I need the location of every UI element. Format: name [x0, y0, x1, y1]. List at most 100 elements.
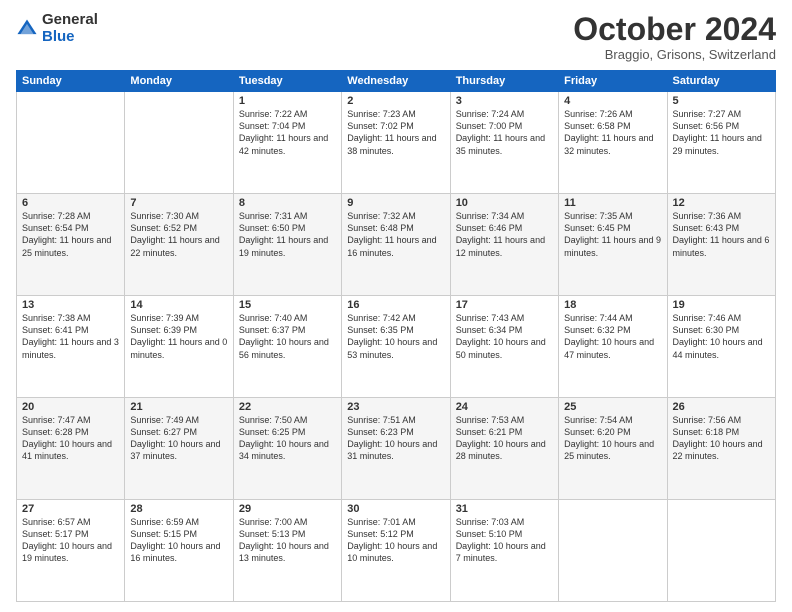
day-info: Sunrise: 7:51 AM Sunset: 6:23 PM Dayligh… [347, 414, 444, 463]
calendar-cell: 6Sunrise: 7:28 AM Sunset: 6:54 PM Daylig… [17, 194, 125, 296]
day-info: Sunrise: 7:35 AM Sunset: 6:45 PM Dayligh… [564, 210, 661, 259]
day-number: 18 [564, 299, 661, 311]
day-info: Sunrise: 7:27 AM Sunset: 6:56 PM Dayligh… [673, 108, 770, 157]
calendar-cell: 4Sunrise: 7:26 AM Sunset: 6:58 PM Daylig… [559, 92, 667, 194]
day-number: 20 [22, 401, 119, 413]
col-friday: Friday [559, 71, 667, 92]
logo-icon [16, 18, 38, 40]
day-info: Sunrise: 7:44 AM Sunset: 6:32 PM Dayligh… [564, 312, 661, 361]
day-info: Sunrise: 7:54 AM Sunset: 6:20 PM Dayligh… [564, 414, 661, 463]
calendar-cell: 30Sunrise: 7:01 AM Sunset: 5:12 PM Dayli… [342, 500, 450, 602]
day-info: Sunrise: 7:47 AM Sunset: 6:28 PM Dayligh… [22, 414, 119, 463]
day-info: Sunrise: 7:46 AM Sunset: 6:30 PM Dayligh… [673, 312, 770, 361]
calendar-week-5: 27Sunrise: 6:57 AM Sunset: 5:17 PM Dayli… [17, 500, 776, 602]
day-number: 30 [347, 503, 444, 515]
day-info: Sunrise: 7:49 AM Sunset: 6:27 PM Dayligh… [130, 414, 227, 463]
calendar-cell: 8Sunrise: 7:31 AM Sunset: 6:50 PM Daylig… [233, 194, 341, 296]
day-number: 25 [564, 401, 661, 413]
col-tuesday: Tuesday [233, 71, 341, 92]
calendar-cell: 28Sunrise: 6:59 AM Sunset: 5:15 PM Dayli… [125, 500, 233, 602]
day-number: 28 [130, 503, 227, 515]
calendar-cell: 23Sunrise: 7:51 AM Sunset: 6:23 PM Dayli… [342, 398, 450, 500]
calendar-cell: 19Sunrise: 7:46 AM Sunset: 6:30 PM Dayli… [667, 296, 775, 398]
day-info: Sunrise: 7:39 AM Sunset: 6:39 PM Dayligh… [130, 312, 227, 361]
day-number: 1 [239, 95, 336, 107]
day-number: 31 [456, 503, 553, 515]
calendar-cell: 21Sunrise: 7:49 AM Sunset: 6:27 PM Dayli… [125, 398, 233, 500]
day-number: 29 [239, 503, 336, 515]
header: General Blue October 2024 Braggio, Griso… [16, 12, 776, 62]
day-number: 6 [22, 197, 119, 209]
calendar-cell: 27Sunrise: 6:57 AM Sunset: 5:17 PM Dayli… [17, 500, 125, 602]
col-wednesday: Wednesday [342, 71, 450, 92]
day-info: Sunrise: 7:32 AM Sunset: 6:48 PM Dayligh… [347, 210, 444, 259]
day-number: 16 [347, 299, 444, 311]
day-number: 4 [564, 95, 661, 107]
month-title: October 2024 [573, 12, 776, 47]
logo-blue-text: Blue [42, 29, 98, 46]
day-info: Sunrise: 7:23 AM Sunset: 7:02 PM Dayligh… [347, 108, 444, 157]
col-saturday: Saturday [667, 71, 775, 92]
calendar-header-row: Sunday Monday Tuesday Wednesday Thursday… [17, 71, 776, 92]
day-number: 3 [456, 95, 553, 107]
day-number: 21 [130, 401, 227, 413]
calendar-cell: 11Sunrise: 7:35 AM Sunset: 6:45 PM Dayli… [559, 194, 667, 296]
calendar-week-4: 20Sunrise: 7:47 AM Sunset: 6:28 PM Dayli… [17, 398, 776, 500]
calendar-cell: 16Sunrise: 7:42 AM Sunset: 6:35 PM Dayli… [342, 296, 450, 398]
day-number: 13 [22, 299, 119, 311]
day-info: Sunrise: 7:38 AM Sunset: 6:41 PM Dayligh… [22, 312, 119, 361]
calendar-cell: 9Sunrise: 7:32 AM Sunset: 6:48 PM Daylig… [342, 194, 450, 296]
calendar-cell: 13Sunrise: 7:38 AM Sunset: 6:41 PM Dayli… [17, 296, 125, 398]
day-info: Sunrise: 7:50 AM Sunset: 6:25 PM Dayligh… [239, 414, 336, 463]
logo: General Blue [16, 12, 98, 45]
day-info: Sunrise: 7:40 AM Sunset: 6:37 PM Dayligh… [239, 312, 336, 361]
day-number: 2 [347, 95, 444, 107]
day-info: Sunrise: 7:42 AM Sunset: 6:35 PM Dayligh… [347, 312, 444, 361]
subtitle: Braggio, Grisons, Switzerland [573, 47, 776, 62]
col-thursday: Thursday [450, 71, 558, 92]
calendar-week-1: 1Sunrise: 7:22 AM Sunset: 7:04 PM Daylig… [17, 92, 776, 194]
calendar-cell: 20Sunrise: 7:47 AM Sunset: 6:28 PM Dayli… [17, 398, 125, 500]
calendar-cell: 2Sunrise: 7:23 AM Sunset: 7:02 PM Daylig… [342, 92, 450, 194]
calendar-table: Sunday Monday Tuesday Wednesday Thursday… [16, 70, 776, 602]
calendar-cell: 17Sunrise: 7:43 AM Sunset: 6:34 PM Dayli… [450, 296, 558, 398]
day-number: 27 [22, 503, 119, 515]
calendar-cell: 3Sunrise: 7:24 AM Sunset: 7:00 PM Daylig… [450, 92, 558, 194]
calendar-week-2: 6Sunrise: 7:28 AM Sunset: 6:54 PM Daylig… [17, 194, 776, 296]
calendar-cell: 12Sunrise: 7:36 AM Sunset: 6:43 PM Dayli… [667, 194, 775, 296]
day-number: 14 [130, 299, 227, 311]
day-info: Sunrise: 7:53 AM Sunset: 6:21 PM Dayligh… [456, 414, 553, 463]
calendar-cell: 7Sunrise: 7:30 AM Sunset: 6:52 PM Daylig… [125, 194, 233, 296]
day-info: Sunrise: 7:03 AM Sunset: 5:10 PM Dayligh… [456, 516, 553, 565]
day-number: 24 [456, 401, 553, 413]
calendar-cell: 10Sunrise: 7:34 AM Sunset: 6:46 PM Dayli… [450, 194, 558, 296]
calendar-cell: 25Sunrise: 7:54 AM Sunset: 6:20 PM Dayli… [559, 398, 667, 500]
day-info: Sunrise: 7:00 AM Sunset: 5:13 PM Dayligh… [239, 516, 336, 565]
day-info: Sunrise: 6:59 AM Sunset: 5:15 PM Dayligh… [130, 516, 227, 565]
col-sunday: Sunday [17, 71, 125, 92]
day-number: 12 [673, 197, 770, 209]
day-number: 26 [673, 401, 770, 413]
day-info: Sunrise: 7:43 AM Sunset: 6:34 PM Dayligh… [456, 312, 553, 361]
calendar-cell [125, 92, 233, 194]
calendar-cell: 14Sunrise: 7:39 AM Sunset: 6:39 PM Dayli… [125, 296, 233, 398]
title-block: October 2024 Braggio, Grisons, Switzerla… [573, 12, 776, 62]
calendar-cell: 15Sunrise: 7:40 AM Sunset: 6:37 PM Dayli… [233, 296, 341, 398]
day-info: Sunrise: 7:30 AM Sunset: 6:52 PM Dayligh… [130, 210, 227, 259]
calendar-cell: 29Sunrise: 7:00 AM Sunset: 5:13 PM Dayli… [233, 500, 341, 602]
calendar-cell: 24Sunrise: 7:53 AM Sunset: 6:21 PM Dayli… [450, 398, 558, 500]
day-info: Sunrise: 7:34 AM Sunset: 6:46 PM Dayligh… [456, 210, 553, 259]
calendar-cell: 22Sunrise: 7:50 AM Sunset: 6:25 PM Dayli… [233, 398, 341, 500]
day-number: 7 [130, 197, 227, 209]
calendar-cell: 1Sunrise: 7:22 AM Sunset: 7:04 PM Daylig… [233, 92, 341, 194]
logo-general-text: General [42, 12, 98, 29]
calendar-cell: 31Sunrise: 7:03 AM Sunset: 5:10 PM Dayli… [450, 500, 558, 602]
col-monday: Monday [125, 71, 233, 92]
calendar-cell: 5Sunrise: 7:27 AM Sunset: 6:56 PM Daylig… [667, 92, 775, 194]
calendar-week-3: 13Sunrise: 7:38 AM Sunset: 6:41 PM Dayli… [17, 296, 776, 398]
page: General Blue October 2024 Braggio, Griso… [0, 0, 792, 612]
day-number: 19 [673, 299, 770, 311]
day-info: Sunrise: 7:26 AM Sunset: 6:58 PM Dayligh… [564, 108, 661, 157]
day-number: 9 [347, 197, 444, 209]
day-info: Sunrise: 7:28 AM Sunset: 6:54 PM Dayligh… [22, 210, 119, 259]
